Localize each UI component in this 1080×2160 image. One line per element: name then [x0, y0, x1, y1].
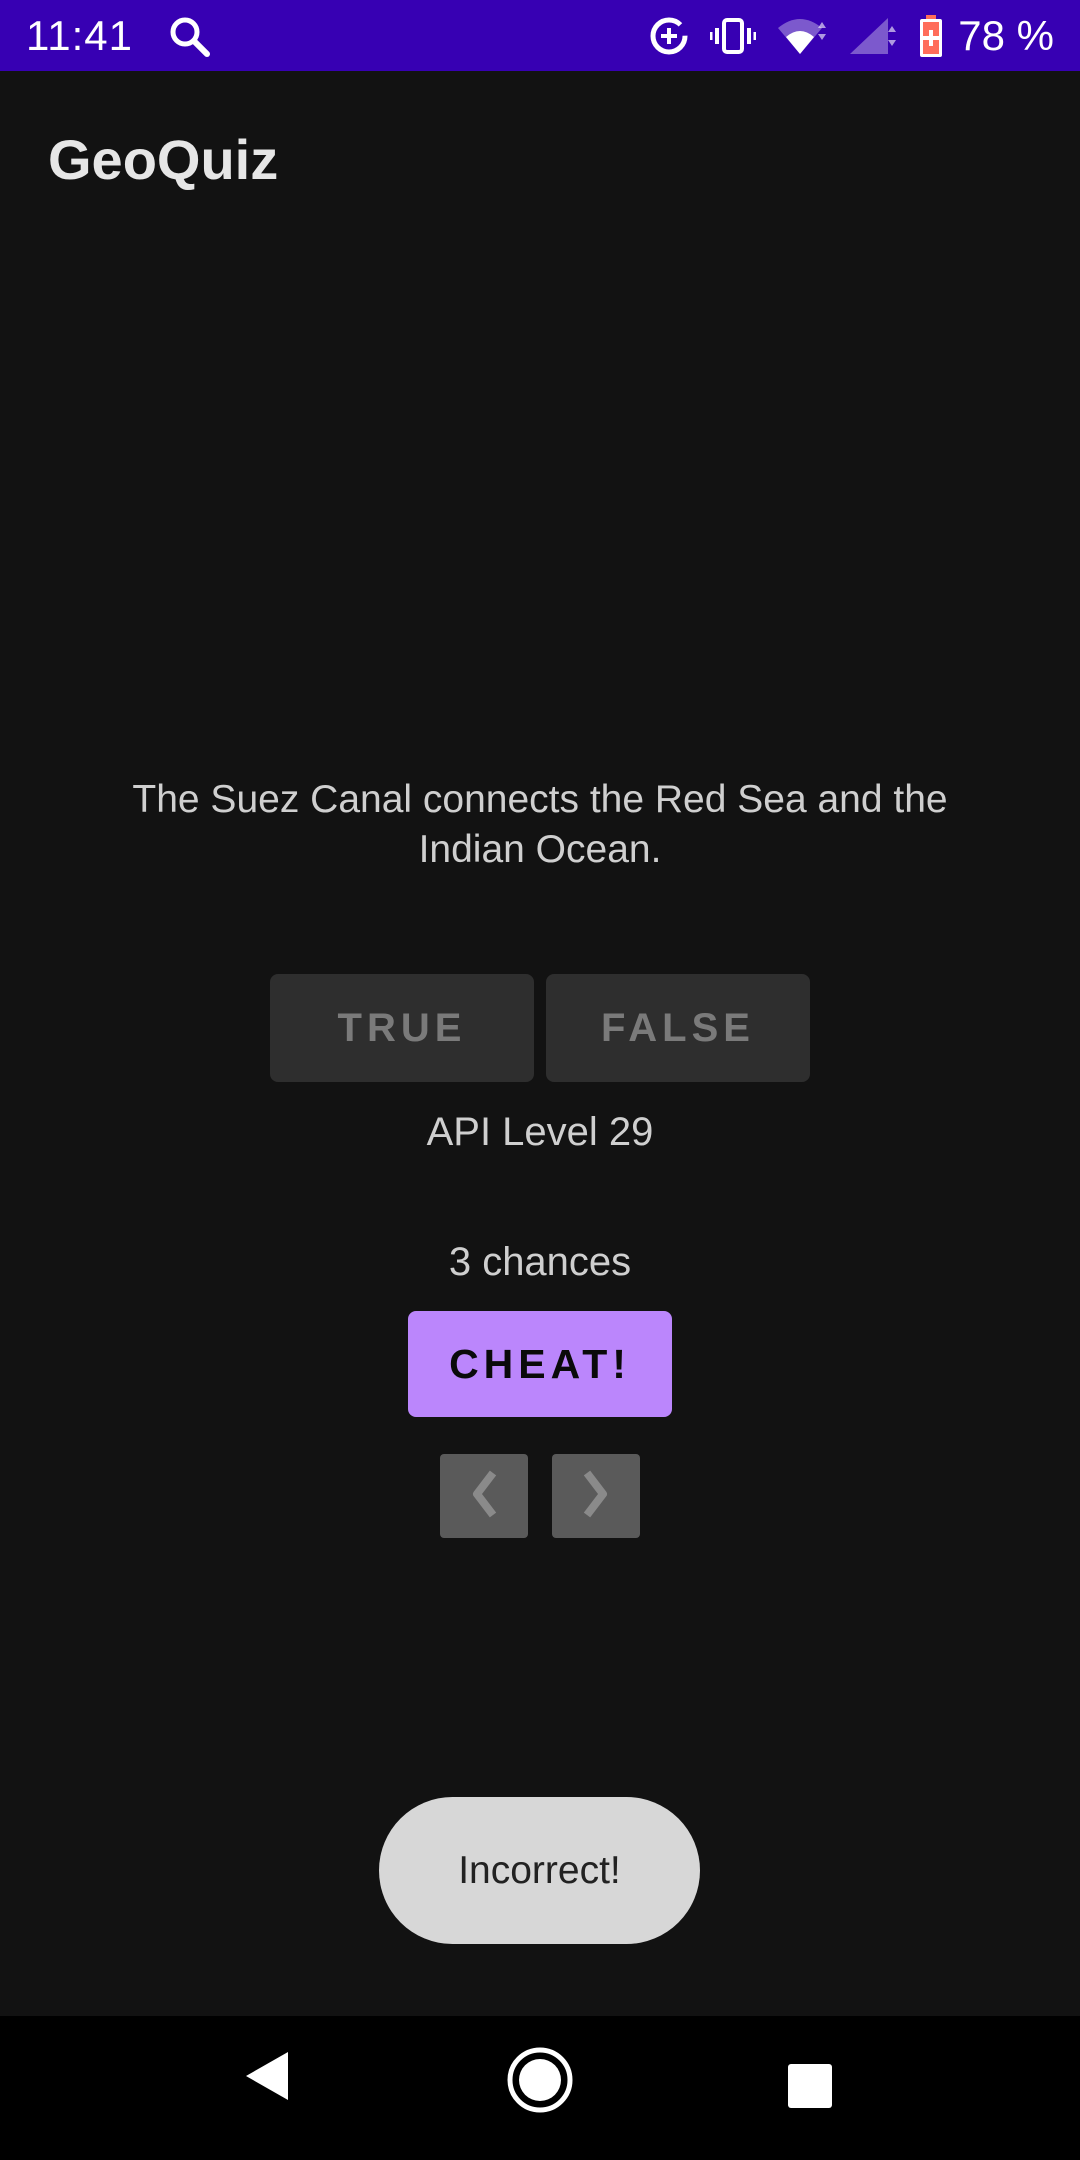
true-button[interactable]: TRUE — [270, 974, 534, 1082]
app-bar: GeoQuiz — [0, 71, 1080, 247]
data-saver-icon — [648, 15, 690, 57]
status-bar: 11:41 78 % — [0, 0, 1080, 71]
chevron-left-icon — [469, 1469, 499, 1524]
home-icon[interactable] — [506, 2046, 574, 2114]
previous-button[interactable] — [440, 1454, 528, 1538]
vibrate-icon — [710, 16, 757, 56]
question-navigation — [440, 1454, 640, 1538]
chances-text: 3 chances — [448, 1240, 632, 1284]
toast-message: Incorrect! — [458, 1848, 621, 1892]
search-icon — [167, 14, 211, 58]
toast: Incorrect! — [379, 1797, 700, 1944]
screen: 11:41 78 % GeoQuiz The Suez Canal connec… — [0, 0, 1080, 2160]
system-nav-bar — [0, 2016, 1080, 2160]
back-icon[interactable] — [244, 2050, 290, 2102]
chevron-right-icon — [581, 1469, 611, 1524]
status-time: 11:41 — [26, 11, 133, 59]
false-button[interactable]: FALSE — [546, 974, 810, 1082]
battery-percent: 78 % — [958, 11, 1054, 59]
wifi-icon — [776, 16, 828, 56]
api-level-text: API Level 29 — [426, 1110, 654, 1154]
recents-icon[interactable] — [788, 2064, 832, 2108]
cheat-button[interactable]: CHEAT! — [408, 1311, 672, 1417]
answer-buttons: TRUE FALSE — [270, 974, 810, 1082]
battery-icon — [918, 14, 944, 58]
question-text: The Suez Canal connects the Red Sea and … — [132, 778, 948, 871]
next-button[interactable] — [552, 1454, 640, 1538]
app-title: GeoQuiz — [48, 128, 279, 191]
signal-icon — [848, 16, 898, 56]
